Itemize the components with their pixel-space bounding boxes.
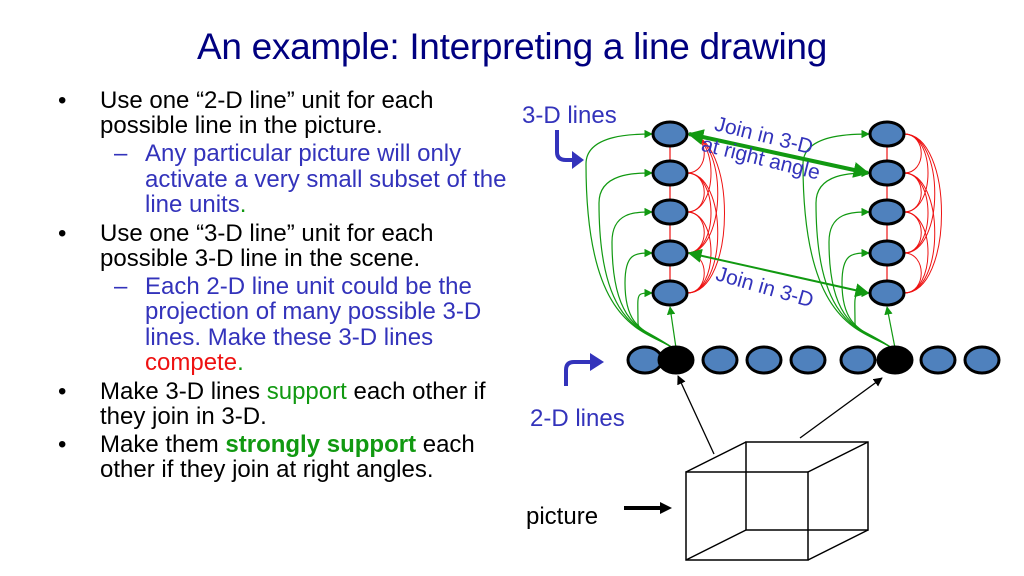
2d-line-unit — [789, 345, 827, 375]
label-2d-lines: 2-D lines — [530, 405, 625, 432]
picture-arrowhead-icon — [660, 502, 672, 514]
pointer-left-edge — [677, 375, 715, 455]
3d-line-unit — [651, 239, 689, 267]
2d-line-unit — [701, 345, 739, 375]
compete-arc — [686, 172, 712, 254]
3d-line-unit — [868, 120, 906, 148]
arrowhead-2d-icon — [590, 353, 604, 371]
2d-line-unit — [963, 345, 1001, 375]
compete-arc — [686, 172, 719, 294]
compete-arc — [903, 133, 936, 254]
2d-line-unit — [919, 345, 957, 375]
curved-arrow-2d-icon — [564, 360, 592, 386]
2d-line-unit — [745, 345, 783, 375]
support-arc — [611, 207, 674, 349]
support-arc — [666, 306, 677, 349]
2d-line-unit — [626, 345, 664, 375]
3d-line-unit — [651, 120, 689, 148]
3d-line-unit — [651, 159, 689, 187]
3d-line-unit — [651, 198, 689, 226]
2d-line-unit — [839, 345, 877, 375]
label-3d-lines: 3-D lines — [522, 102, 617, 129]
arrowhead-3d-icon — [572, 151, 584, 169]
2d-line-unit-active — [876, 345, 914, 375]
compete-arc — [903, 172, 929, 254]
network-diagram: 3-D lines 2-D lines picture Join in 3-D … — [522, 102, 1001, 561]
compete-arc — [903, 133, 942, 294]
3d-line-unit — [868, 239, 906, 267]
3d-line-unit — [868, 279, 906, 307]
label-picture: picture — [526, 503, 598, 530]
cube-picture — [685, 441, 869, 561]
curved-arrow-3d-icon — [555, 130, 574, 162]
3d-line-unit — [651, 279, 689, 307]
2d-line-unit-active — [657, 345, 695, 375]
pointer-right-edge — [799, 377, 883, 439]
3d-line-unit — [868, 198, 906, 226]
support-arc — [884, 306, 896, 349]
3d-line-unit — [868, 159, 906, 187]
compete-arc — [903, 172, 936, 294]
